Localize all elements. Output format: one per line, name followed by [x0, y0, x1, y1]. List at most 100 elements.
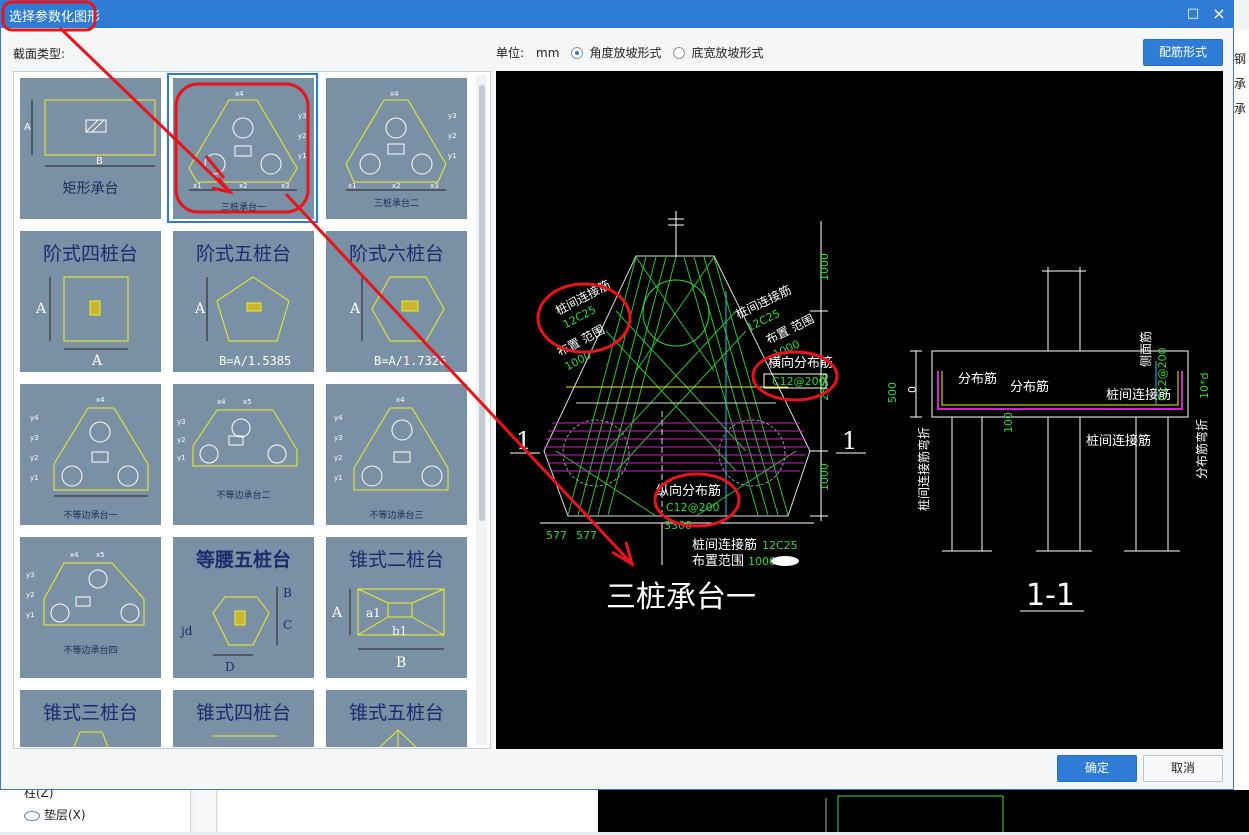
- tile-isosceles-five-pile[interactable]: 等腰五桩台 B C D jd: [173, 537, 314, 678]
- close-icon[interactable]: ×: [1209, 5, 1229, 23]
- tile-unequal-cap-4[interactable]: x4 x5 y1 y2 y3 不等边承台四: [20, 537, 161, 678]
- dim-label: y3: [30, 434, 39, 442]
- maximize-icon[interactable]: □: [1183, 5, 1203, 23]
- tile-stepped-four-pile[interactable]: 阶式四桩台 A A: [20, 231, 161, 372]
- dim-label: y2: [26, 591, 35, 599]
- dim-label: x5: [243, 398, 252, 406]
- dim-577-a: 577: [546, 529, 567, 542]
- tile-stepped-five-pile[interactable]: 阶式五桩台 A B=A/1.5385: [173, 231, 314, 372]
- rebar-form-button[interactable]: 配筋形式: [1143, 39, 1223, 66]
- tile-cone-four-pile[interactable]: 锥式四桩台: [173, 690, 314, 747]
- section-side-label: 侧面筋: [1138, 331, 1153, 367]
- tile-cone-two-pile[interactable]: 锥式二桩台 A a1 b1 B: [326, 537, 467, 678]
- bottom-range-label: 布置范围: [692, 554, 744, 569]
- dim-label: y4: [334, 414, 343, 422]
- unequal-cap-4-diagram: x4 x5 y1 y2 y3: [26, 551, 145, 626]
- right-panel-text: 承: [1234, 102, 1247, 116]
- tile-cone-five-pile[interactable]: 锥式五桩台: [326, 690, 467, 747]
- dialog-titlebar[interactable]: 选择参数化图形 □ ×: [1, 1, 1233, 28]
- unequal-cap-3-diagram: x4 y1 y2 y3 y4: [334, 396, 449, 491]
- dim-label: y4: [30, 414, 39, 422]
- tile-cone-three-pile[interactable]: 锥式三桩台: [20, 690, 161, 747]
- dim-label: a1: [366, 606, 381, 620]
- section-10d: 10*d: [1198, 373, 1211, 399]
- dim-label: x4: [390, 90, 399, 98]
- selected-tile-frame: [167, 73, 318, 223]
- tile-caption: 矩形承台: [62, 181, 119, 197]
- tile-caption: 不等边承台四: [63, 646, 118, 656]
- radio-angle-slope-label[interactable]: 角度放坡形式: [589, 44, 661, 61]
- background-canvas-lines: [825, 795, 1004, 832]
- gallery-scroll-thumb[interactable]: [479, 85, 485, 521]
- longitudinal-dist-label: 纵向分布筋: [656, 483, 721, 499]
- dim-label: A: [349, 301, 361, 317]
- dim-577-b: 577: [576, 529, 597, 542]
- section-side-value: C12@200: [1156, 347, 1169, 401]
- radio-bottom-width-slope-label[interactable]: 底宽放坡形式: [691, 44, 763, 61]
- background-cad-canvas: [598, 788, 1249, 832]
- section-500: 500: [886, 382, 899, 403]
- section-0: 0: [906, 386, 919, 393]
- dim-label: x1: [348, 182, 357, 190]
- tile-unequal-cap-2[interactable]: x4 x5 y1 y2 y3 不等边承台二: [173, 384, 314, 525]
- dim-label: A: [331, 605, 343, 621]
- dim-label: x4: [396, 396, 405, 404]
- dim-label: B=A/1.7326: [374, 354, 446, 368]
- dim-1000-top: 1000: [818, 253, 831, 281]
- tile-three-pile-cap-2[interactable]: x4 y1 y2 y3 x1 x2 x3 三桩承台二: [326, 78, 467, 219]
- background-splitter: [196, 788, 217, 832]
- section-100: 100: [1002, 412, 1015, 433]
- dim-label: y2: [30, 454, 39, 462]
- tree-item-cushion[interactable]: 垫层(X): [24, 806, 86, 823]
- cushion-icon: [24, 810, 40, 821]
- cancel-button[interactable]: 取消: [1143, 755, 1223, 782]
- background-tree-panel: 柱(Z) 垫层(X): [0, 786, 191, 832]
- stepped-six-pile-diagram: A B=A/1.7326: [349, 276, 446, 368]
- radio-bottom-width-slope[interactable]: [673, 46, 686, 59]
- tile-stepped-six-pile[interactable]: 阶式六桩台 A B=A/1.7326: [326, 231, 467, 372]
- dim-label: y1: [448, 152, 457, 160]
- dim-label: B: [396, 655, 406, 671]
- unit-label: 单位:: [496, 46, 525, 60]
- dim-label: x2: [392, 182, 401, 190]
- dim-label: y2: [334, 454, 343, 462]
- dim-label: A: [24, 122, 31, 133]
- dim-label: x3: [430, 182, 439, 190]
- ok-button[interactable]: 确定: [1057, 755, 1137, 782]
- stepped-five-pile-diagram: A B=A/1.5385: [194, 276, 291, 368]
- background-right-panel: 钢 承 承: [1234, 30, 1249, 790]
- tile-unequal-cap-3[interactable]: x4 y1 y2 y3 y4 不等边承台三: [326, 384, 467, 525]
- transverse-dist-label: 横向分布筋: [768, 355, 833, 371]
- tile-caption: 三桩承台二: [373, 199, 419, 209]
- right-panel-text: 钢: [1234, 52, 1247, 66]
- dim-label: y1: [334, 474, 343, 482]
- section-dist-2: 分布筋: [1010, 379, 1049, 395]
- dim-label: y2: [177, 436, 186, 444]
- section-dist-1: 分布筋: [958, 371, 997, 387]
- cone-five-pile-diagram: [379, 729, 417, 747]
- isosceles-five-pile-diagram: B C D jd: [179, 586, 292, 674]
- dim-label: C: [283, 618, 292, 632]
- dim-label: B: [283, 586, 292, 600]
- dim-label: D: [225, 660, 235, 674]
- tile-unequal-cap-1[interactable]: x4 y1 y2 y3 y4 不等边承台一: [20, 384, 161, 525]
- tile-caption: 不等边承台一: [63, 511, 118, 521]
- longitudinal-dist-value: C12@200: [666, 501, 720, 514]
- cone-three-pile-diagram: [73, 731, 109, 747]
- tree-item-cushion-label: 垫层(X): [44, 808, 86, 822]
- transverse-dist-value: C12@200: [772, 375, 826, 388]
- dim-label: y3: [334, 434, 343, 442]
- dim-label: B=A/1.5385: [219, 354, 291, 368]
- dim-label: x4: [70, 551, 79, 559]
- section-type-label: 截面类型:: [13, 47, 66, 61]
- radio-angle-slope[interactable]: [571, 46, 584, 59]
- dim-label: y3: [26, 571, 35, 579]
- dim-label: y3: [177, 418, 186, 426]
- cad-preview-drawing: 1000 2856 1000 577 577 3300 1 1 桩间连接筋 12…: [510, 211, 1211, 615]
- stepped-four-pile-diagram: A A: [35, 276, 129, 369]
- dim-3300: 3300: [664, 519, 692, 532]
- tile-rect-cap[interactable]: A B 矩形承台: [20, 78, 161, 219]
- dim-1000-bottom: 1000: [818, 463, 831, 491]
- section-mark-left: 1: [516, 427, 531, 455]
- dim-label: A: [35, 301, 47, 317]
